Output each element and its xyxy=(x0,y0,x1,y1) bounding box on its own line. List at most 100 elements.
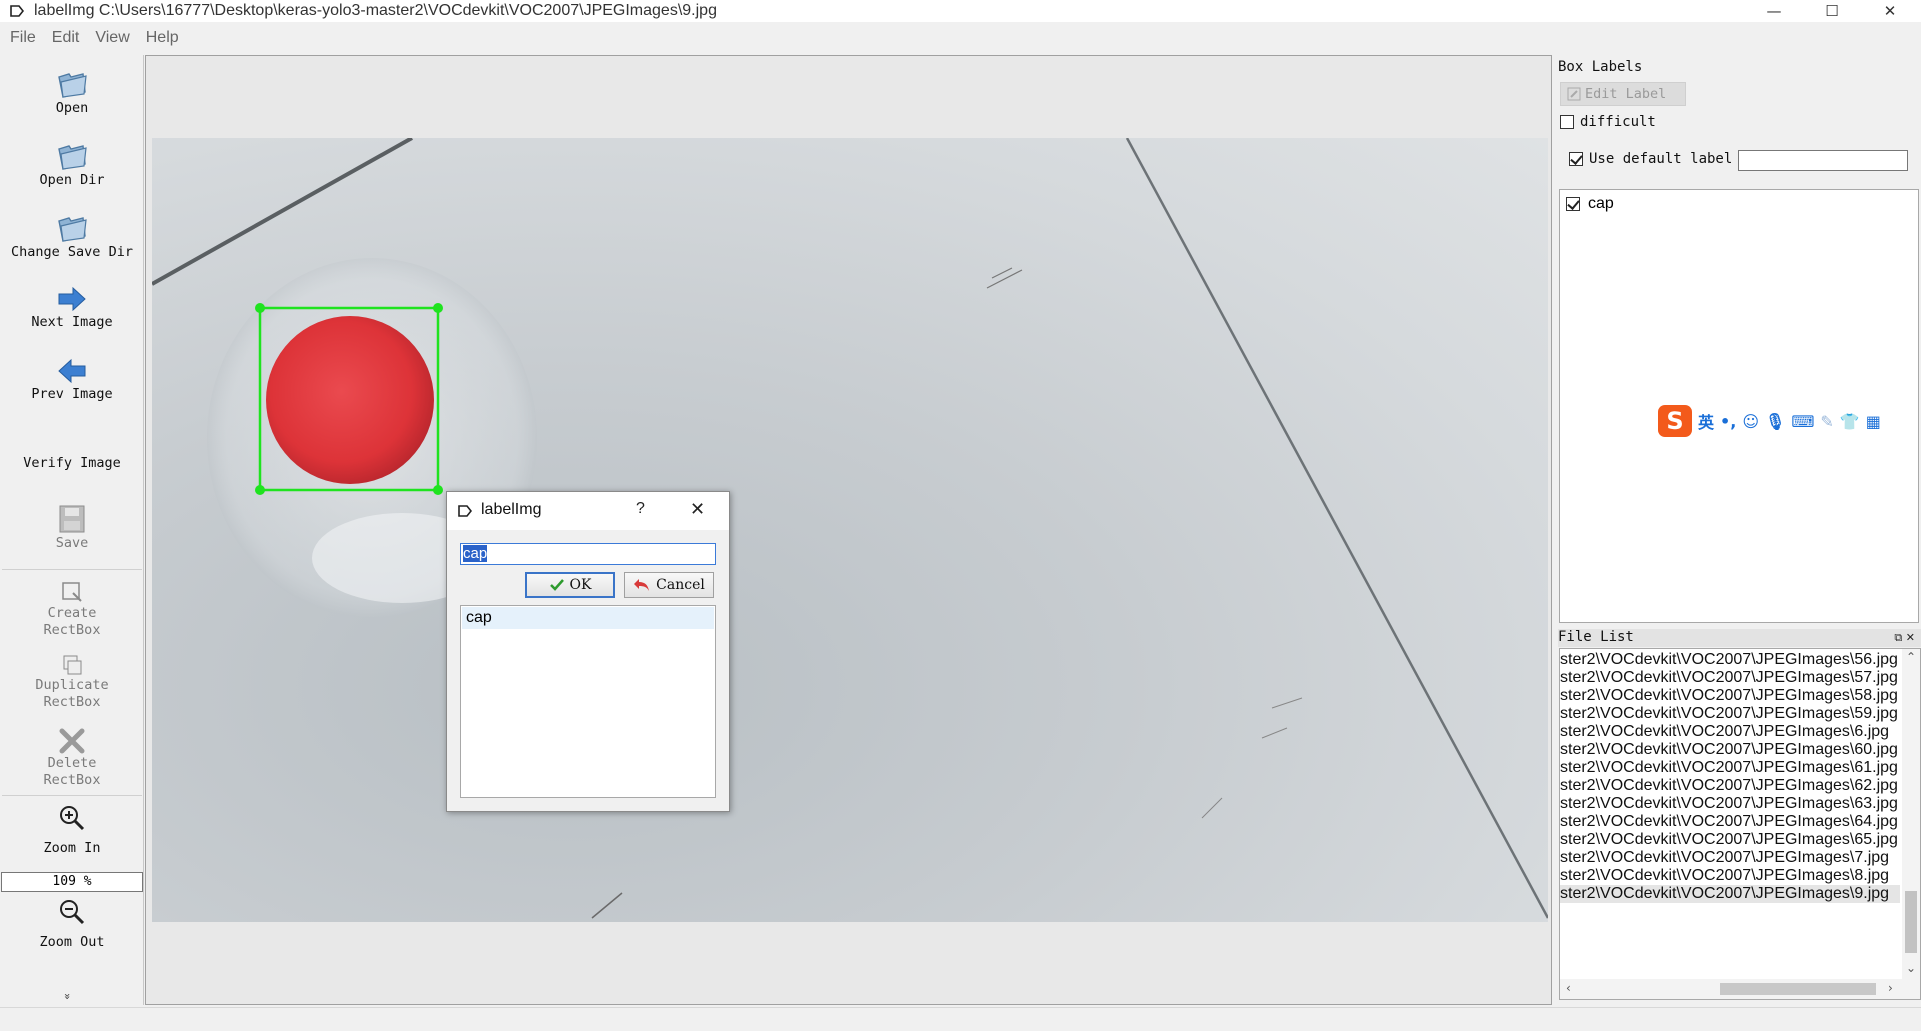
prev-image-label: Prev Image xyxy=(31,386,113,402)
grid-icon[interactable]: ▦ xyxy=(1866,412,1881,431)
difficult-label: difficult xyxy=(1580,114,1656,130)
close-window-button[interactable]: ✕ xyxy=(1861,0,1919,22)
toolbar-extension-button[interactable]: » xyxy=(61,993,74,1000)
shirt-icon[interactable]: 👕 xyxy=(1840,412,1860,431)
floor-scratch xyxy=(986,267,1023,289)
label-input[interactable]: cap xyxy=(460,543,716,565)
punctuation-icon[interactable]: •, xyxy=(1720,412,1736,431)
prev-image-button[interactable]: Prev Image xyxy=(2,356,142,403)
file-list-item[interactable]: ster2\VOCdevkit\VOC2007\JPEGImages\56.jp… xyxy=(1560,651,1900,669)
file-list-item[interactable]: ster2\VOCdevkit\VOC2007\JPEGImages\6.jpg xyxy=(1560,723,1900,741)
edit-label-button[interactable]: Edit Label xyxy=(1560,82,1686,106)
file-list-item[interactable]: ster2\VOCdevkit\VOC2007\JPEGImages\65.jp… xyxy=(1560,831,1900,849)
toolbar-divider xyxy=(2,569,142,570)
minimize-button[interactable]: — xyxy=(1745,0,1803,22)
verify-image-button[interactable]: Verify Image xyxy=(2,455,142,472)
scroll-left-icon[interactable]: ‹ xyxy=(1566,981,1571,995)
use-default-label-row[interactable]: Use default label xyxy=(1569,151,1732,167)
file-list-item[interactable]: ster2\VOCdevkit\VOC2007\JPEGImages\63.jp… xyxy=(1560,795,1900,813)
edit-icon xyxy=(1567,87,1581,101)
microphone-icon[interactable]: 🎙 xyxy=(1765,412,1785,431)
zoom-out-button[interactable]: Zoom Out xyxy=(2,897,142,951)
open-label: Open xyxy=(55,100,89,116)
file-list-title: File List xyxy=(1558,629,1921,647)
use-default-label-checkbox[interactable] xyxy=(1569,152,1583,166)
difficult-checkbox-row[interactable]: difficult xyxy=(1560,114,1656,130)
save-icon xyxy=(59,505,85,533)
save-button[interactable]: Save xyxy=(2,503,142,552)
default-label-input[interactable] xyxy=(1738,150,1908,171)
folder-icon xyxy=(58,217,87,242)
maximize-button[interactable]: ☐ xyxy=(1803,0,1861,22)
next-image-label: Next Image xyxy=(31,314,113,330)
dialog-help-button[interactable]: ? xyxy=(636,500,645,518)
file-list-item[interactable]: ster2\VOCdevkit\VOC2007\JPEGImages\57.jp… xyxy=(1560,669,1900,687)
file-list-item[interactable]: ster2\VOCdevkit\VOC2007\JPEGImages\64.jp… xyxy=(1560,813,1900,831)
file-list-item[interactable]: ster2\VOCdevkit\VOC2007\JPEGImages\59.jp… xyxy=(1560,705,1900,723)
next-image-button[interactable]: Next Image xyxy=(2,284,142,331)
label-visible-checkbox[interactable] xyxy=(1566,197,1580,211)
open-button[interactable]: Open xyxy=(2,68,142,117)
cancel-button[interactable]: Cancel xyxy=(624,572,714,598)
change-save-dir-button[interactable]: Change Save Dir xyxy=(2,212,142,261)
file-list-item[interactable]: ster2\VOCdevkit\VOC2007\JPEGImages\60.jp… xyxy=(1560,741,1900,759)
ok-label: OK xyxy=(569,577,592,593)
keyboard-icon[interactable]: ⌨ xyxy=(1791,412,1814,431)
canvas-area[interactable] xyxy=(145,55,1552,1005)
arrow-left-icon xyxy=(58,358,86,384)
ime-logo-icon[interactable]: S xyxy=(1658,405,1692,437)
menu-file[interactable]: File xyxy=(4,29,42,47)
file-list-item[interactable]: ster2\VOCdevkit\VOC2007\JPEGImages\58.jp… xyxy=(1560,687,1900,705)
duplicate-icon xyxy=(63,655,82,675)
bbox-handle[interactable] xyxy=(433,303,443,313)
create-rectbox-button[interactable]: Create RectBox xyxy=(2,579,142,639)
ime-language-toggle[interactable]: 英 xyxy=(1698,409,1714,433)
save-label: Save xyxy=(55,535,89,551)
floor-seam xyxy=(1125,138,1548,919)
change-save-dir-label: Change Save Dir xyxy=(11,244,133,260)
menu-edit[interactable]: Edit xyxy=(46,29,86,47)
create-rectbox-label-1: Create xyxy=(47,605,97,621)
file-list-item[interactable]: ster2\VOCdevkit\VOC2007\JPEGImages\8.jpg xyxy=(1560,867,1900,885)
label-list-item[interactable]: cap xyxy=(1566,195,1614,213)
difficult-checkbox[interactable] xyxy=(1560,115,1574,129)
file-list-item[interactable]: ster2\VOCdevkit\VOC2007\JPEGImages\7.jpg xyxy=(1560,849,1900,867)
right-dock: Box Labels Edit Label difficult Use defa… xyxy=(1556,55,1921,1005)
image-canvas[interactable] xyxy=(152,138,1548,922)
zoom-spinbox[interactable]: 109 % xyxy=(1,872,143,892)
delete-rectbox-button[interactable]: Delete RectBox xyxy=(2,727,142,789)
bbox-handle[interactable] xyxy=(255,303,265,313)
menu-bar: File Edit View Help xyxy=(0,22,1921,54)
file-list-item[interactable]: ster2\VOCdevkit\VOC2007\JPEGImages\61.jp… xyxy=(1560,759,1900,777)
open-dir-button[interactable]: Open Dir xyxy=(2,140,142,189)
scroll-right-icon[interactable]: › xyxy=(1888,981,1893,995)
vertical-scrollbar[interactable]: ⌃ ⌄ xyxy=(1902,649,1920,979)
horizontal-scrollbar[interactable]: ‹ › xyxy=(1560,979,1920,999)
duplicate-rectbox-button[interactable]: Duplicate RectBox xyxy=(2,653,142,711)
ok-button[interactable]: OK xyxy=(525,572,615,598)
floor-scratch xyxy=(1201,697,1303,819)
bbox-handle[interactable] xyxy=(433,485,443,495)
zoom-in-label: Zoom In xyxy=(43,840,101,856)
dock-float-close-icons[interactable]: ⧉ ✕ xyxy=(1894,631,1915,645)
scroll-down-icon[interactable]: ⌄ xyxy=(1906,961,1916,975)
ime-toolbar[interactable]: S 英 •, ☺ 🎙 ⌨ ✎ 👕 ▦ xyxy=(1658,405,1920,437)
file-list[interactable]: ster2\VOCdevkit\VOC2007\JPEGImages\56.jp… xyxy=(1559,648,1921,1000)
file-list-item[interactable]: ster2\VOCdevkit\VOC2007\JPEGImages\9.jpg xyxy=(1560,885,1900,903)
emoji-icon[interactable]: ☺ xyxy=(1742,412,1759,431)
dialog-close-button[interactable]: ✕ xyxy=(690,499,705,520)
file-list-item[interactable]: ster2\VOCdevkit\VOC2007\JPEGImages\62.jp… xyxy=(1560,777,1900,795)
folder-icon xyxy=(58,73,87,98)
scroll-up-icon[interactable]: ⌃ xyxy=(1906,650,1916,664)
menu-view[interactable]: View xyxy=(89,29,135,47)
horizontal-scroll-thumb[interactable] xyxy=(1720,983,1876,995)
vertical-scroll-thumb[interactable] xyxy=(1905,891,1917,953)
menu-help[interactable]: Help xyxy=(140,29,185,47)
dialog-label-list[interactable]: cap xyxy=(460,605,716,798)
dialog-label-list-item[interactable]: cap xyxy=(462,607,714,629)
label-list[interactable]: cap S 英 •, ☺ 🎙 ⌨ ✎ 👕 ▦ xyxy=(1559,189,1919,623)
zoom-in-button[interactable]: Zoom In xyxy=(2,803,142,857)
create-rect-icon xyxy=(62,582,82,602)
skin-icon[interactable]: ✎ xyxy=(1820,412,1833,431)
bbox-handle[interactable] xyxy=(255,485,265,495)
